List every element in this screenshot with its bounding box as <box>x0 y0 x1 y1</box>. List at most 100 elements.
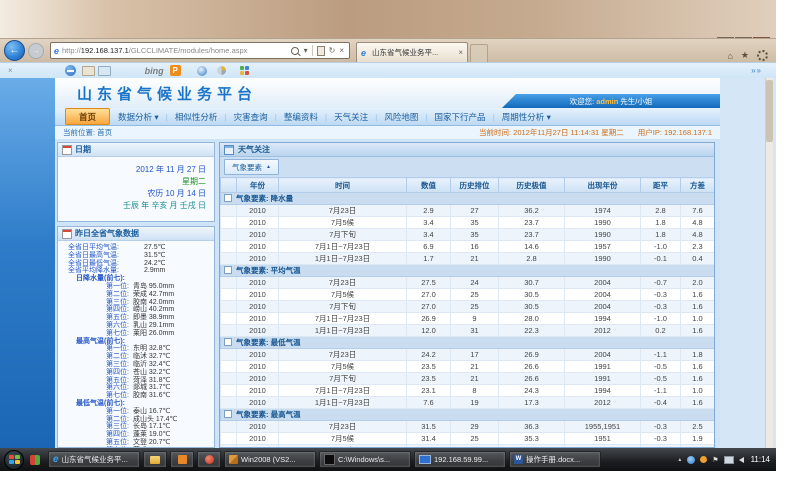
refresh-icon[interactable]: ↻ <box>329 46 336 55</box>
weather-rank-item: 第六位:郯城 31.7℃ <box>68 384 212 392</box>
favorites-star-icon[interactable]: ★ <box>741 50 749 61</box>
checkbox-icon[interactable] <box>224 266 232 274</box>
tray-expand-icon[interactable]: ▲ <box>677 457 682 463</box>
stop-icon[interactable]: × <box>339 46 344 55</box>
gear-icon[interactable] <box>757 50 768 61</box>
table-row[interactable]: 20107月1日~7月23日23.1824.31994-1.11.0 <box>221 385 715 397</box>
menu-item-1[interactable]: 数据分析 ▾ <box>118 111 159 123</box>
desktop-wallpaper <box>0 0 776 38</box>
browser-tab[interactable]: e 山东省气候业务平... × <box>356 42 468 62</box>
apps-grid-icon[interactable] <box>240 66 249 75</box>
taskbar-button-label: C:\Windows\s... <box>338 455 390 464</box>
start-button[interactable] <box>4 450 24 470</box>
data-cell: 2010 <box>237 205 279 217</box>
blocker-icon[interactable] <box>65 65 76 76</box>
select-cell <box>221 277 237 289</box>
forward-button[interactable]: → <box>28 43 44 59</box>
pinned-app-icon[interactable] <box>30 455 40 465</box>
tools-icon[interactable] <box>217 66 226 75</box>
table-row[interactable]: 20107月5候23.52126.61991-0.51.6 <box>221 361 715 373</box>
data-cell: 2012 <box>565 325 641 337</box>
data-cell: 1.6 <box>681 325 715 337</box>
taskbar-button-2[interactable] <box>170 451 194 468</box>
pinyin-ime-icon[interactable]: P <box>170 65 181 76</box>
taskbar-button-3[interactable] <box>197 451 221 468</box>
taskbar-button-6[interactable]: 192.168.59.99... <box>414 451 506 468</box>
table-row[interactable]: 20101月1日~7月23日12.03122.320120.21.6 <box>221 325 715 337</box>
scrollbar-thumb[interactable] <box>766 80 773 142</box>
menu-item-0[interactable]: 首页 <box>65 108 110 125</box>
table-row[interactable]: 20107月1日~7月23日6.91614.61957-1.02.3 <box>221 241 715 253</box>
data-cell: 24.3 <box>499 385 565 397</box>
rank-value: 长岛 17.1℃ <box>133 423 170 431</box>
taskbar-button-0[interactable]: e山东省气候业务平... <box>48 451 140 468</box>
table-row[interactable]: 20107月下旬27.02530.52004-0.31.6 <box>221 301 715 313</box>
select-cell <box>221 421 237 433</box>
menu-item-6[interactable]: 风险地图 <box>384 111 418 123</box>
home-icon[interactable]: ⌂ <box>727 51 732 61</box>
vertical-scrollbar[interactable] <box>765 78 773 448</box>
menu-item-3[interactable]: 灾害查询 <box>234 111 268 123</box>
address-bar[interactable]: e http:// 192.168.137.1 /GLCCLIMATE/modu… <box>50 42 350 59</box>
data-cell: 27 <box>451 205 499 217</box>
card-icon[interactable] <box>82 66 95 76</box>
menu-item-2[interactable]: 相似性分析 <box>175 111 218 123</box>
data-cell: 36.3 <box>499 421 565 433</box>
data-cell: 30.7 <box>499 277 565 289</box>
more-arrows-icon[interactable]: »» <box>751 66 762 75</box>
data-cell: 4.8 <box>681 217 715 229</box>
checkbox-icon[interactable] <box>224 410 232 418</box>
weather-rank-item: 第七位:莱阳 26.0mm <box>68 330 212 338</box>
element-filter-button[interactable]: 气象要素 ▲ <box>224 159 279 175</box>
table-row[interactable]: 20107月23日31.52936.31955,1951-0.32.5 <box>221 421 715 433</box>
table-row[interactable]: 20107月23日24.21726.92004-1.11.8 <box>221 349 715 361</box>
table-row[interactable]: 20107月5候31.42535.31951-0.31.9 <box>221 433 715 445</box>
network-monitor-icon[interactable] <box>724 456 734 464</box>
table-row[interactable]: 20107月5候3.43523.719901.84.8 <box>221 217 715 229</box>
data-cell: -0.3 <box>641 301 681 313</box>
table-row[interactable]: 20107月下旬3.43523.719901.84.8 <box>221 229 715 241</box>
orange-icon <box>178 455 187 464</box>
table-row[interactable]: 20107月5候27.02530.52004-0.31.6 <box>221 289 715 301</box>
taskbar-button-4[interactable]: Win2008 (VS2... <box>224 451 316 468</box>
taskbar-button-1[interactable] <box>143 451 167 468</box>
table-row[interactable]: 20101月1日~7月23日1.7212.81990-0.10.4 <box>221 253 715 265</box>
search-icon[interactable] <box>291 47 299 55</box>
table-row[interactable]: 20107月23日27.52430.72004-0.72.0 <box>221 277 715 289</box>
back-button[interactable]: ← <box>4 40 25 61</box>
group-row[interactable]: 气象要素: 降水量 <box>221 193 715 205</box>
menu-item-4[interactable]: 整编资料 <box>284 111 318 123</box>
dropdown-icon[interactable]: ▾ <box>304 46 308 55</box>
column-header: 出现年份 <box>565 178 641 193</box>
table-row[interactable]: 20107月23日2.92736.219742.87.6 <box>221 205 715 217</box>
update-icon[interactable] <box>700 456 707 463</box>
data-cell: 1990 <box>565 217 641 229</box>
checkbox-icon[interactable] <box>224 338 232 346</box>
compatibility-view-icon[interactable] <box>317 46 325 56</box>
bing-logo[interactable]: bing <box>145 66 164 76</box>
table-row[interactable]: 20101月1日~7月23日7.61917.32012-0.41.6 <box>221 397 715 409</box>
checkbox-icon[interactable] <box>224 194 232 202</box>
taskbar-button-7[interactable]: W操作手册.docx... <box>509 451 601 468</box>
menu-item-8[interactable]: 周期性分析 ▾ <box>502 111 551 123</box>
taskbar-button-5[interactable]: C:\Windows\s... <box>319 451 411 468</box>
tab-close-icon[interactable]: × <box>458 48 463 57</box>
table-row[interactable]: 20107月下旬23.52126.61991-0.51.6 <box>221 373 715 385</box>
group-row[interactable]: 气象要素: 平均气温 <box>221 265 715 277</box>
calendar-panel: 日期 2012 年 11 月 27 日星期二农历 10 月 14 日壬辰 年 辛… <box>57 142 215 222</box>
browser-addon-icon[interactable] <box>197 66 207 76</box>
clock[interactable]: 11:14 <box>751 455 770 464</box>
group-row[interactable]: 气象要素: 最低气温 <box>221 337 715 349</box>
group-row[interactable]: 气象要素: 最高气温 <box>221 409 715 421</box>
panel-icon <box>224 145 234 155</box>
toolbar-close-icon[interactable]: × <box>8 66 13 75</box>
mail-icon[interactable] <box>98 66 111 76</box>
volume-icon[interactable] <box>739 457 744 463</box>
menu-item-7[interactable]: 国家下行产品 <box>435 111 486 123</box>
network-globe-icon[interactable] <box>687 456 695 464</box>
table-row[interactable]: 20107月1日~7月23日26.9928.01994-1.01.0 <box>221 313 715 325</box>
menu-item-5[interactable]: 天气关注 <box>334 111 368 123</box>
data-cell: 7月1日~7月23日 <box>279 241 407 253</box>
new-tab-button[interactable] <box>470 44 488 62</box>
action-center-flag-icon[interactable]: ⚑ <box>712 456 718 464</box>
